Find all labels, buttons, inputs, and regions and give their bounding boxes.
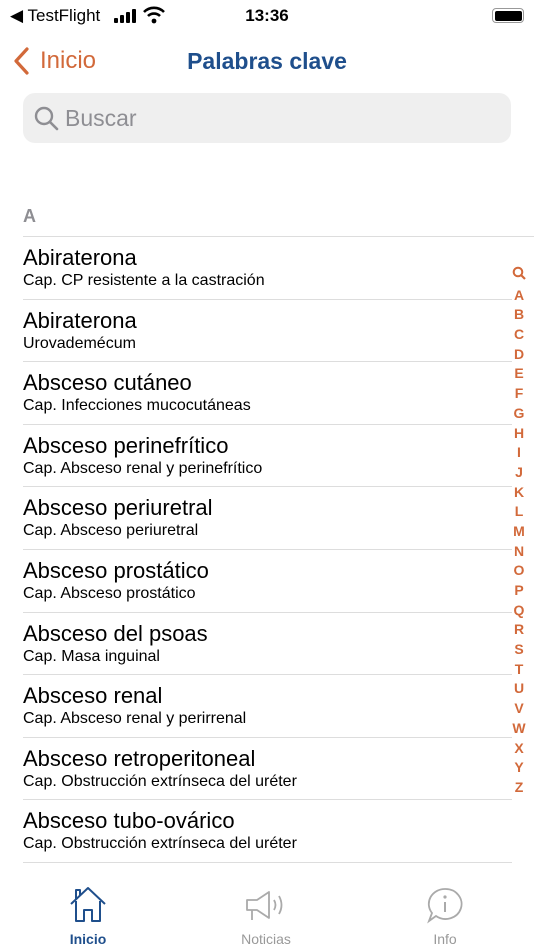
index-letter[interactable]: D	[509, 345, 529, 365]
index-letter[interactable]: F	[509, 384, 529, 404]
item-title: Abiraterona	[23, 245, 137, 270]
status-bar: ◀ TestFlight 13:36	[0, 0, 534, 32]
list-item[interactable]: Absceso retroperitoneal Cap. Obstrucción …	[23, 738, 512, 801]
item-title: Absceso renal	[23, 683, 163, 709]
index-letter[interactable]: N	[509, 542, 529, 562]
tab-label: Inicio	[69, 931, 107, 947]
item-subtitle: Urovademécum	[23, 334, 136, 352]
house-icon	[70, 887, 106, 922]
item-title: Absceso del psoas	[23, 620, 208, 646]
search-bar[interactable]	[23, 93, 511, 143]
item-subtitle: Cap. Absceso prostático	[23, 584, 196, 602]
item-title: Absceso cutáneo	[23, 370, 192, 396]
index-letter[interactable]: U	[509, 679, 529, 699]
item-title: Absceso periuretral	[23, 495, 213, 521]
tab-info[interactable]: Info	[385, 886, 505, 947]
list-item[interactable]: Abiraterona Urovademécum	[23, 300, 512, 363]
list-item[interactable]: Absceso del psoas Cap. Masa inguinal	[23, 613, 512, 676]
item-title: Absceso tubo-ovárico	[23, 808, 235, 834]
item-subtitle: Cap. Absceso renal y perinefrítico	[23, 459, 263, 477]
index-letter[interactable]: V	[509, 699, 529, 719]
item-subtitle: Cap. Absceso renal y perirrenal	[23, 710, 247, 728]
battery-icon	[492, 8, 524, 23]
page-title: Palabras clave	[187, 48, 347, 74]
tab-noticias[interactable]: Noticias	[206, 886, 326, 947]
item-subtitle: Cap. Masa inguinal	[23, 647, 160, 665]
index-letter[interactable]: Y	[509, 758, 529, 778]
index-letter[interactable]: X	[509, 739, 529, 759]
index-letter[interactable]: T	[509, 660, 529, 680]
tab-label: Noticias	[241, 931, 291, 947]
item-subtitle: Cap. Absceso periuretral	[23, 522, 199, 540]
search-input[interactable]	[65, 104, 465, 132]
megaphone-icon	[246, 891, 283, 920]
index-letter[interactable]: R	[509, 620, 529, 640]
list-item[interactable]: Absceso cutáneo Cap. Infecciones mucocutá…	[23, 362, 512, 425]
index-letter[interactable]: S	[509, 640, 529, 660]
list-item[interactable]: Absceso tubo-ovárico Cap. Obstrucción ext…	[23, 800, 512, 863]
keyword-list: Abiraterona Cap. CP resistente a la castr…	[23, 237, 512, 863]
item-title: Abiraterona	[23, 307, 137, 333]
index-letter[interactable]: C	[509, 325, 529, 345]
index-letter[interactable]: J	[509, 463, 529, 483]
index-letter[interactable]: O	[509, 561, 529, 581]
info-bubble-icon	[427, 888, 463, 924]
index-letter[interactable]: G	[509, 404, 529, 424]
clock: 13:36	[245, 6, 289, 25]
index-letter[interactable]: K	[509, 483, 529, 503]
navigation-bar: Inicio Palabras clave	[0, 40, 534, 84]
list-item[interactable]: Absceso renal Cap. Absceso renal y perirr…	[23, 675, 512, 738]
index-letter[interactable]: M	[509, 522, 529, 542]
tab-bar: Inicio Noticias Info	[0, 880, 534, 950]
list-item[interactable]: Absceso perinefrítico Cap. Absceso renal …	[23, 425, 512, 488]
index-letter[interactable]: W	[509, 719, 529, 739]
index-letter[interactable]: P	[509, 581, 529, 601]
index-letter[interactable]: B	[509, 305, 529, 325]
index-search-icon[interactable]	[509, 266, 529, 286]
index-letter[interactable]: H	[509, 424, 529, 444]
item-subtitle: Cap. Obstrucción extrínseca del uréter	[23, 772, 297, 790]
item-title: Absceso prostático	[23, 557, 209, 583]
index-letter[interactable]: Q	[509, 601, 529, 621]
list-item[interactable]: Abiraterona Cap. CP resistente a la castr…	[23, 237, 512, 300]
index-letter[interactable]: E	[509, 364, 529, 384]
search-icon	[34, 106, 59, 131]
tab-label: Info	[433, 931, 457, 947]
item-title: Absceso perinefrítico	[23, 432, 229, 458]
section-header: A	[23, 206, 36, 226]
index-letter[interactable]: I	[509, 443, 529, 463]
item-title: Absceso retroperitoneal	[23, 745, 256, 771]
index-letter[interactable]: Z	[509, 778, 529, 798]
tab-inicio[interactable]: Inicio	[28, 886, 148, 947]
list-item[interactable]: Absceso periuretral Cap. Absceso periuret…	[23, 487, 512, 550]
item-subtitle: Cap. Obstrucción extrínseca del uréter	[23, 835, 297, 853]
item-subtitle: Cap. CP resistente a la castración	[23, 272, 265, 289]
index-letter[interactable]: A	[509, 286, 529, 306]
index-letter[interactable]: L	[509, 502, 529, 522]
list-item[interactable]: Absceso prostático Cap. Absceso prostátic…	[23, 550, 512, 613]
section-index[interactable]: ABCDEFGHIJKLMNOPQRSTUVWXYZ	[509, 266, 529, 798]
item-subtitle: Cap. Infecciones mucocutáneas	[23, 397, 251, 415]
